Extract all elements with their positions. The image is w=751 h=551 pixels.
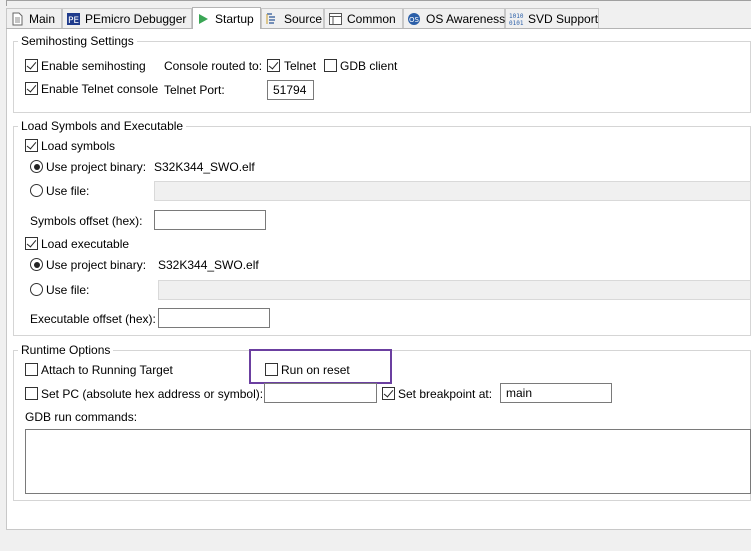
breakpoint-input[interactable]: main: [500, 383, 612, 403]
document-icon: [10, 12, 25, 26]
enable-semihosting-label: Enable semihosting: [41, 59, 146, 73]
exec-project-binary-value: S32K344_SWO.elf: [158, 258, 259, 272]
load-group-title: Load Symbols and Executable: [18, 119, 187, 133]
load-group: [13, 126, 751, 336]
exec-use-project-binary-label: Use project binary:: [46, 258, 147, 272]
os-awareness-icon: OS: [407, 12, 422, 26]
common-icon: [328, 12, 343, 26]
svg-text:PE: PE: [68, 16, 79, 26]
telnet-checkbox[interactable]: [267, 59, 280, 72]
gdb-run-commands-label: GDB run commands:: [25, 410, 138, 424]
tab-svd-support[interactable]: 1010 0101 SVD Support: [505, 8, 599, 28]
console-routed-label: Console routed to:: [164, 59, 263, 73]
enable-semihosting-checkbox[interactable]: [25, 59, 38, 72]
gdb-client-label: GDB client: [340, 59, 398, 73]
symbols-use-project-binary-radio[interactable]: [30, 160, 43, 173]
exec-file-input[interactable]: [158, 280, 751, 300]
attach-running-target-label: Attach to Running Target: [41, 363, 173, 377]
top-border: [6, 0, 751, 1]
semihosting-group: [13, 41, 751, 113]
tab-source[interactable]: Source: [261, 8, 324, 28]
telnet-label: Telnet: [284, 59, 317, 73]
load-executable-label: Load executable: [41, 237, 130, 251]
load-symbols-checkbox[interactable]: [25, 139, 38, 152]
set-pc-input[interactable]: [264, 383, 377, 403]
svd-icon: 1010 0101: [509, 12, 524, 27]
play-icon: [196, 12, 211, 26]
left-border: [6, 0, 7, 6]
telnet-port-label: Telnet Port:: [164, 83, 225, 97]
symbols-project-binary-value: S32K344_SWO.elf: [154, 160, 255, 174]
tab-pemicro-debugger[interactable]: PE PEmicro Debugger: [62, 8, 192, 28]
set-breakpoint-checkbox[interactable]: [382, 387, 395, 400]
exec-offset-label: Executable offset (hex):: [30, 312, 156, 326]
exec-use-project-binary-radio[interactable]: [30, 258, 43, 271]
enable-telnet-console-checkbox[interactable]: [25, 82, 38, 95]
symbols-file-input[interactable]: [154, 181, 751, 201]
semihosting-group-title: Semihosting Settings: [18, 34, 137, 48]
run-on-reset-highlight: [249, 349, 392, 384]
runtime-group-title: Runtime Options: [18, 343, 114, 357]
symbols-use-project-binary-label: Use project binary:: [46, 160, 147, 174]
symbols-use-file-radio[interactable]: [30, 184, 43, 197]
set-breakpoint-label: Set breakpoint at:: [398, 387, 493, 401]
set-pc-label: Set PC (absolute hex address or symbol):: [41, 387, 264, 401]
gdb-run-commands-textarea[interactable]: [25, 429, 751, 494]
source-icon: [265, 12, 280, 26]
telnet-port-input[interactable]: 51794: [267, 80, 314, 100]
exec-use-file-label: Use file:: [46, 283, 90, 297]
exec-offset-input[interactable]: [158, 308, 270, 328]
attach-running-target-checkbox[interactable]: [25, 363, 38, 376]
load-symbols-label: Load symbols: [41, 139, 116, 153]
tab-os-awareness[interactable]: OS OS Awareness: [403, 8, 505, 28]
svg-text:OS: OS: [409, 16, 420, 24]
gdb-client-checkbox[interactable]: [324, 59, 337, 72]
exec-use-file-radio[interactable]: [30, 283, 43, 296]
svg-text:0101: 0101: [509, 20, 524, 26]
tab-main[interactable]: Main: [6, 8, 62, 28]
bottom-strip: [0, 530, 751, 551]
svg-text:1010: 1010: [509, 13, 524, 20]
symbols-use-file-label: Use file:: [46, 184, 90, 198]
set-pc-checkbox[interactable]: [25, 387, 38, 400]
load-executable-checkbox[interactable]: [25, 237, 38, 250]
pemicro-icon: PE: [66, 12, 81, 26]
enable-telnet-console-label: Enable Telnet console: [41, 82, 159, 96]
tab-common[interactable]: Common: [324, 8, 403, 28]
symbols-offset-label: Symbols offset (hex):: [30, 214, 143, 228]
symbols-offset-input[interactable]: [154, 210, 266, 230]
tab-startup[interactable]: Startup: [192, 7, 261, 29]
tab-bar: Main PE PEmicro Debugger Startup Source …: [6, 7, 751, 29]
